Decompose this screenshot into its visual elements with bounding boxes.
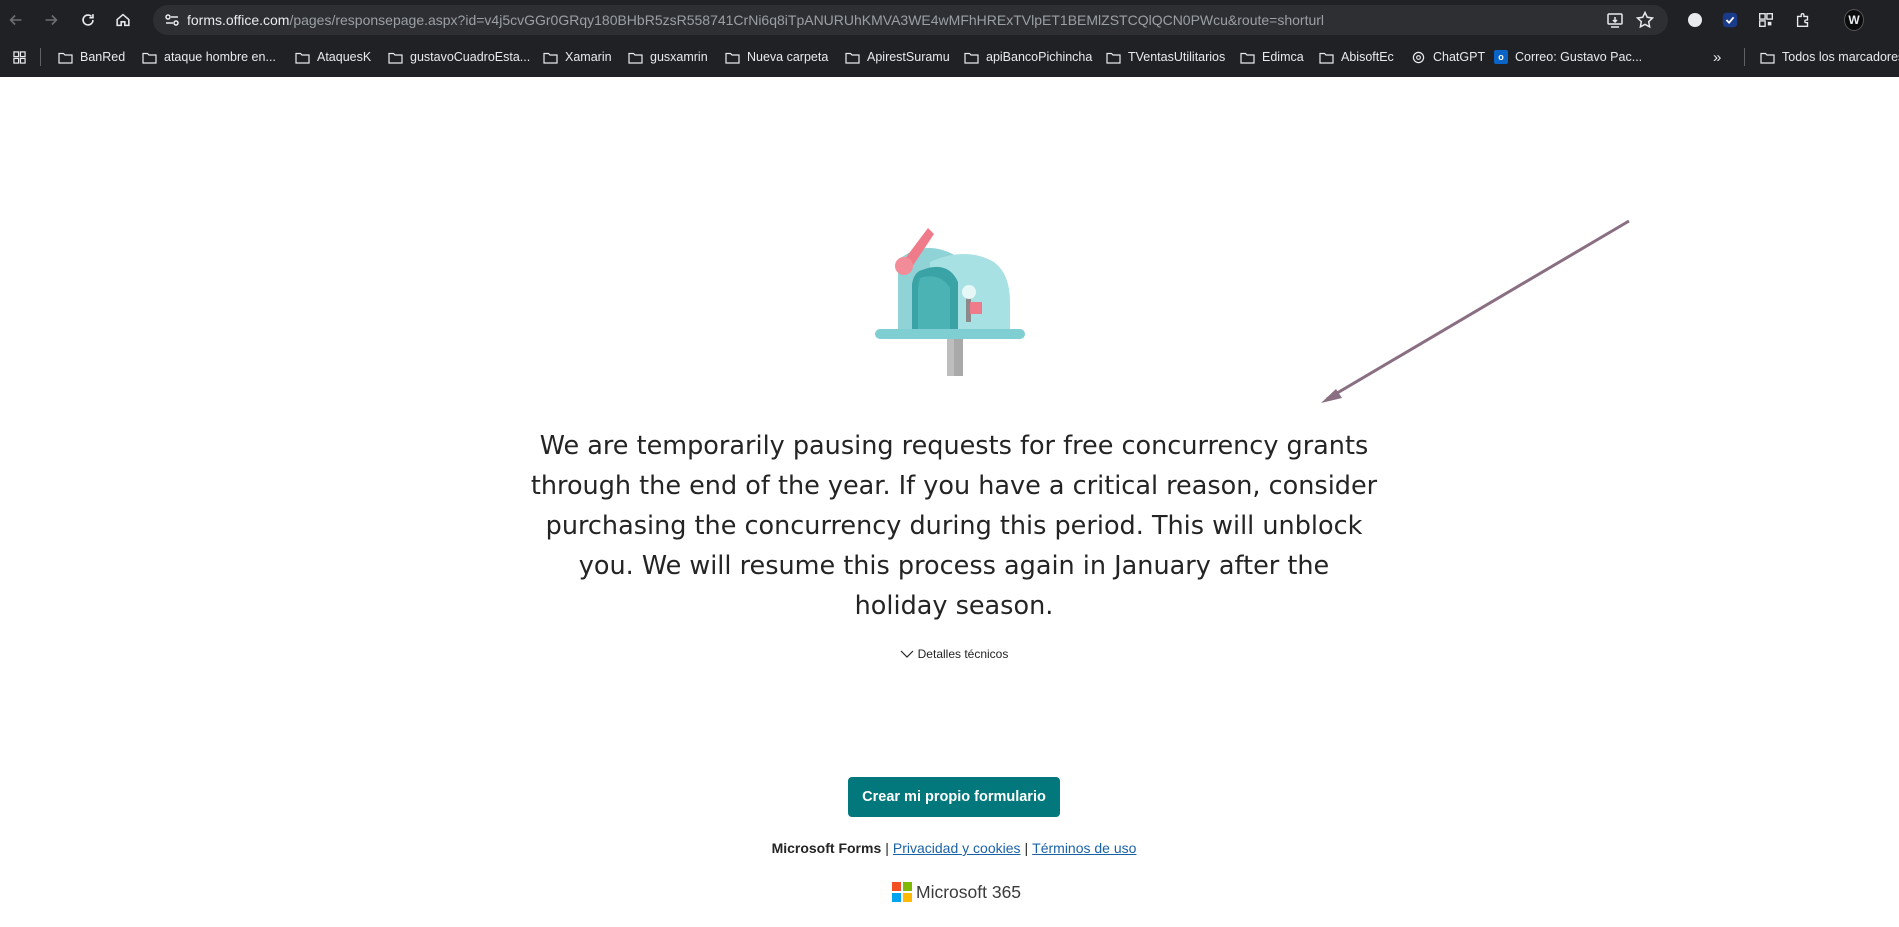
- bookmark-item[interactable]: gusxamrin: [628, 44, 708, 70]
- bookmark-item[interactable]: ChatGPT: [1411, 44, 1485, 70]
- chatgpt-icon: [1412, 51, 1425, 63]
- folder-icon: [388, 52, 403, 64]
- bookmark-item[interactable]: apiBancoPichincha: [964, 44, 1092, 70]
- bookmark-item[interactable]: o Correo: Gustavo Pac...: [1494, 44, 1642, 70]
- apps-grid-icon: [13, 50, 26, 64]
- check-badge-icon: [1722, 12, 1738, 28]
- bookmark-item[interactable]: AbisoftEc: [1319, 44, 1394, 70]
- footer: Microsoft Forms | Privacidad y cookies | Tér…: [650, 840, 1258, 856]
- bookmark-item[interactable]: Nueva carpeta: [725, 44, 828, 70]
- bookmark-label: AtaquesK: [317, 50, 372, 64]
- install-app-icon[interactable]: [1605, 10, 1625, 30]
- bookmark-label: Edimca: [1262, 50, 1304, 64]
- extension-check-button[interactable]: [1720, 10, 1740, 30]
- bookmark-label: ChatGPT: [1433, 50, 1486, 64]
- browser-chrome: forms.office.com/pages/responsepage.aspx…: [0, 0, 1899, 77]
- microsoft-365-logo: Microsoft 365: [892, 880, 1021, 904]
- all-bookmarks-folder[interactable]: Todos los marcadores: [1760, 44, 1899, 70]
- address-bar[interactable]: forms.office.com/pages/responsepage.aspx…: [153, 5, 1668, 35]
- url-path: /pages/responsepage.aspx?id=v4j5cvGGr0GR…: [289, 12, 1325, 28]
- reload-button[interactable]: [76, 8, 100, 32]
- folder-icon: [1106, 52, 1121, 64]
- reload-icon: [82, 14, 94, 26]
- folder-icon: [964, 52, 979, 64]
- logo-text: Microsoft 365: [916, 881, 1022, 902]
- technical-details-toggle[interactable]: Detalles técnicos: [880, 644, 1028, 664]
- extension-qr-button[interactable]: [1756, 10, 1776, 30]
- folder-icon: [725, 52, 740, 64]
- bookmark-item[interactable]: Xamarin: [543, 44, 612, 70]
- folder-icon: [58, 52, 73, 64]
- puzzle-icon: [1796, 13, 1809, 27]
- bookmark-label: TVentasUtilitarios: [1128, 50, 1226, 64]
- bookmark-label: ApirestSuramu: [867, 50, 950, 64]
- profile-button[interactable]: W: [1844, 9, 1864, 31]
- bookmark-item[interactable]: ataque hombre en...: [142, 44, 276, 70]
- bookmarks-bar: BanRed ataque hombre en... AtaquesK gustavo…: [0, 44, 1899, 70]
- star-icon[interactable]: [1635, 10, 1655, 30]
- bookmark-item[interactable]: TVentasUtilitarios: [1106, 44, 1225, 70]
- bookmark-label: ataque hombre en...: [164, 50, 276, 64]
- folder-icon: [295, 52, 310, 64]
- folder-icon: [1760, 52, 1775, 64]
- outlook-icon: o: [1494, 50, 1508, 64]
- bookmark-label: Todos los marcadores: [1782, 50, 1899, 64]
- bookmark-label: AbisoftEc: [1341, 50, 1394, 64]
- bookmark-label: gustavoCuadroEsta...: [410, 50, 531, 64]
- url-text[interactable]: forms.office.com/pages/responsepage.aspx…: [187, 5, 1567, 35]
- back-button[interactable]: [4, 8, 28, 32]
- folder-icon: [142, 52, 157, 64]
- bookmark-label: Xamarin: [565, 50, 612, 64]
- privacy-link[interactable]: Privacidad y cookies: [893, 840, 1021, 856]
- avatar: W: [1844, 9, 1864, 31]
- home-icon: [116, 13, 130, 27]
- bookmark-item[interactable]: ApirestSuramu: [845, 44, 950, 70]
- bookmark-item[interactable]: AtaquesK: [295, 44, 371, 70]
- bookmarks-divider: [40, 48, 41, 66]
- arrow-left-icon: [9, 14, 22, 26]
- url-host: forms.office.com: [187, 12, 290, 28]
- folder-icon: [1240, 52, 1255, 64]
- status-message: We are temporarily pausing requests for …: [530, 431, 1378, 621]
- chevron-down-icon: [900, 650, 914, 658]
- home-button[interactable]: [111, 8, 135, 32]
- arrow-right-icon: [45, 14, 58, 26]
- double-chevron-icon: »: [1713, 48, 1722, 66]
- mailbox-illustration: [875, 228, 1025, 376]
- qr-icon: [1759, 13, 1773, 27]
- apps-button[interactable]: [12, 44, 27, 70]
- bookmark-item[interactable]: BanRed: [58, 44, 125, 70]
- bookmark-label: gusxamrin: [650, 50, 708, 64]
- folder-icon: [1319, 52, 1334, 64]
- folder-icon: [845, 52, 860, 64]
- bookmark-label: BanRed: [80, 50, 126, 64]
- footer-separator: |: [885, 840, 889, 856]
- site-settings-icon[interactable]: [163, 11, 181, 29]
- terms-link[interactable]: Términos de uso: [1032, 840, 1136, 856]
- microsoft-logo-icon: [892, 882, 912, 902]
- bookmark-item[interactable]: gustavoCuadroEsta...: [388, 44, 530, 70]
- technical-details-label: Detalles técnicos: [917, 647, 1009, 661]
- bookmarks-divider: [1744, 48, 1745, 66]
- footer-brand: Microsoft Forms: [771, 840, 882, 856]
- footer-separator: |: [1024, 840, 1029, 856]
- folder-icon: [543, 52, 558, 64]
- forward-button[interactable]: [39, 8, 63, 32]
- folder-icon: [628, 52, 643, 64]
- browser-toolbar: forms.office.com/pages/responsepage.aspx…: [0, 0, 1899, 40]
- extension-circle-button[interactable]: [1685, 10, 1705, 30]
- bookmark-label: apiBancoPichincha: [986, 50, 1093, 64]
- extensions-button[interactable]: [1793, 10, 1813, 30]
- bookmark-label: Nueva carpeta: [747, 50, 829, 64]
- more-bookmarks-button[interactable]: »: [1713, 44, 1721, 70]
- bookmark-label: Correo: Gustavo Pac...: [1515, 50, 1643, 64]
- bookmark-item[interactable]: Edimca: [1240, 44, 1304, 70]
- circle-icon: [1688, 13, 1702, 27]
- create-form-button[interactable]: Crear mi propio formulario: [848, 777, 1060, 817]
